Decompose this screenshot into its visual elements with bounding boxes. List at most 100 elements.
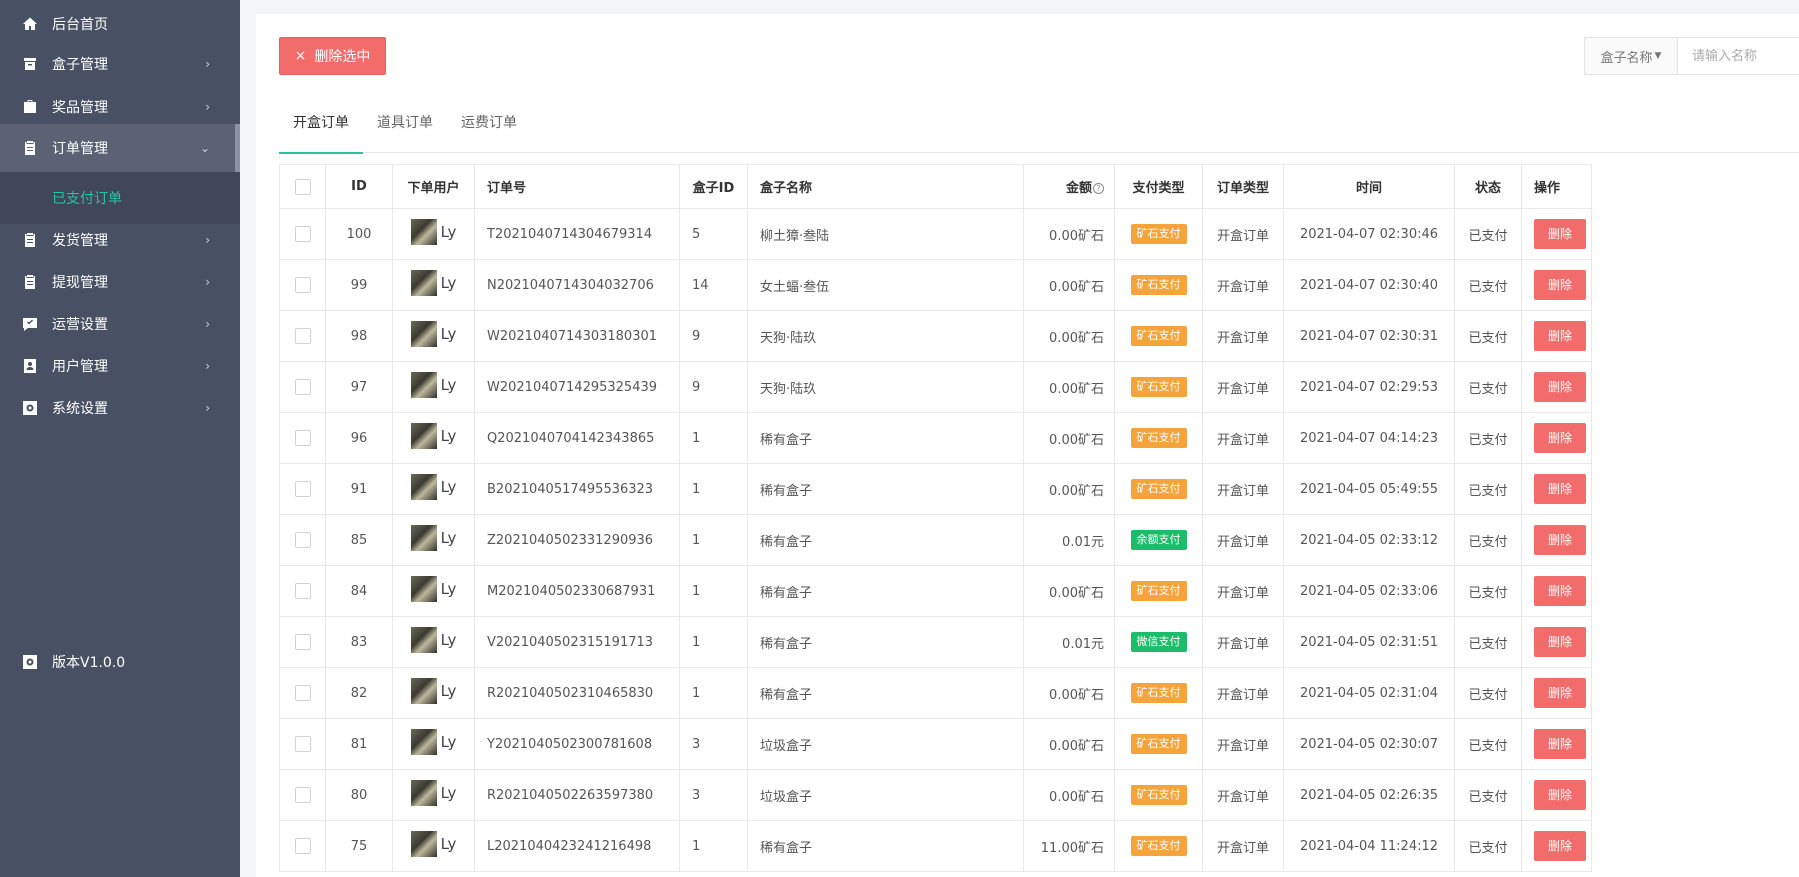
cell-order-type: 开盒订单 [1202, 514, 1284, 566]
sidebar-item-8[interactable]: 系统设置 › [0, 384, 240, 432]
row-checkbox[interactable] [294, 328, 311, 344]
cell-time: 2021-04-05 02:30:07 [1283, 718, 1455, 770]
row-checkbox[interactable] [294, 532, 311, 548]
row-checkbox[interactable] [294, 481, 311, 497]
pay-type-badge: 矿石支付 [1130, 479, 1187, 499]
avatar [410, 678, 437, 704]
row-checkbox[interactable] [294, 430, 311, 446]
search-input[interactable] [1678, 38, 1799, 74]
cell-box-id: 9 [679, 310, 748, 362]
sidebar-item-3[interactable]: 订单管理 ⌄ [0, 124, 240, 172]
cell-pay-type: 矿石支付 [1114, 259, 1203, 311]
cell-id: 80 [325, 769, 393, 821]
chevron-icon: ⌄ [199, 141, 210, 155]
pay-type-badge: 矿石支付 [1130, 683, 1187, 703]
row-checkbox[interactable] [294, 379, 311, 395]
cell-box-name: 稀有盒子 [747, 616, 1024, 668]
sidebar-item-5[interactable]: 提现管理 › [0, 258, 240, 306]
delete-row-button[interactable]: 删除 [1534, 729, 1586, 759]
cell-action: 删除 [1521, 514, 1592, 566]
row-checkbox[interactable] [294, 736, 311, 752]
table-row: 81 Ly Y2021040502300781608 3 垃圾盒子 0.00矿石 矿石支付开… [279, 718, 1592, 770]
cell-box-id: 14 [679, 259, 748, 311]
cell-amount: 0.00矿石 [1023, 718, 1115, 770]
cell-time: 2021-04-07 04:14:23 [1283, 412, 1455, 464]
delete-row-button[interactable]: 删除 [1534, 423, 1586, 453]
cell-order-type: 开盒订单 [1202, 412, 1284, 464]
sidebar-item-7[interactable]: 用户管理 › [0, 342, 240, 390]
user-name: Ly [440, 478, 457, 496]
chevron-icon: › [205, 401, 210, 415]
avatar [410, 576, 437, 602]
delete-row-button[interactable]: 删除 [1534, 321, 1586, 351]
box-icon [22, 56, 38, 72]
delete-row-button[interactable]: 删除 [1534, 627, 1586, 657]
row-select-cell [279, 616, 326, 668]
cell-action: 删除 [1521, 820, 1592, 872]
cell-user: Ly [392, 667, 475, 719]
cell-time: 2021-04-07 02:30:46 [1283, 208, 1455, 260]
cell-id: 96 [325, 412, 393, 464]
delete-row-button[interactable]: 删除 [1534, 780, 1586, 810]
sidebar-item-label: 订单管理 [52, 141, 108, 157]
gear-icon [22, 400, 38, 416]
row-checkbox[interactable] [294, 634, 311, 650]
chevron-icon: › [205, 275, 210, 289]
cell-box-id: 1 [679, 820, 748, 872]
table-row: 98 Ly W2021040714303180301 9 天狗·陆玖 0.00矿石 矿石支付… [279, 310, 1592, 362]
delete-row-button[interactable]: 删除 [1534, 678, 1586, 708]
row-checkbox[interactable] [294, 685, 311, 701]
cell-order-no: L2021040423241216498 [474, 820, 680, 872]
sidebar-item-label: 发货管理 [52, 233, 108, 249]
cell-pay-type: 矿石支付 [1114, 208, 1203, 260]
sidebar-subitem-paid-orders[interactable]: 已支付订单 [0, 172, 240, 224]
caret-down-icon: ▼ [1654, 51, 1662, 61]
cell-status: 已支付 [1454, 310, 1522, 362]
orders-table: ID 下单用户 订单号 盒子ID 盒子名称 金额? 支付类型 订单类型 时间 状态 操作 100 Ly… [279, 164, 1592, 872]
cell-order-type: 开盒订单 [1202, 616, 1284, 668]
cell-order-type: 开盒订单 [1202, 565, 1284, 617]
delete-row-button[interactable]: 删除 [1534, 831, 1586, 861]
sidebar-item-1[interactable]: 盒子管理 › [0, 40, 240, 88]
row-checkbox[interactable] [294, 838, 311, 854]
user-card-icon [22, 358, 38, 374]
user-name: Ly [440, 631, 457, 649]
delete-row-button[interactable]: 删除 [1534, 576, 1586, 606]
delete-selected-button[interactable]: × 删除选中 [279, 37, 386, 75]
row-checkbox[interactable] [294, 787, 311, 803]
row-checkbox[interactable] [294, 277, 311, 293]
column-header: ID [325, 164, 393, 209]
cell-action: 删除 [1521, 310, 1592, 362]
cell-order-no: T2021040714304679314 [474, 208, 680, 260]
cell-amount: 0.01元 [1023, 514, 1115, 566]
select-all-checkbox[interactable] [294, 178, 311, 195]
tab-0[interactable]: 开盒订单 [279, 106, 363, 154]
search-field-select[interactable]: 盒子名称 ▼ [1585, 38, 1678, 74]
delete-row-button[interactable]: 删除 [1534, 525, 1586, 555]
row-checkbox[interactable] [294, 583, 311, 599]
cell-box-name: 垃圾盒子 [747, 769, 1024, 821]
cell-id: 82 [325, 667, 393, 719]
cell-amount: 0.00矿石 [1023, 208, 1115, 260]
delete-row-button[interactable]: 删除 [1534, 270, 1586, 300]
pay-type-badge: 矿石支付 [1130, 377, 1187, 397]
cell-order-no: M2021040502330687931 [474, 565, 680, 617]
row-checkbox[interactable] [294, 226, 311, 242]
user-name: Ly [440, 529, 457, 547]
delete-row-button[interactable]: 删除 [1534, 219, 1586, 249]
sidebar-item-6[interactable]: 运营设置 › [0, 300, 240, 348]
cell-order-type: 开盒订单 [1202, 718, 1284, 770]
tab-2[interactable]: 运费订单 [447, 106, 531, 153]
delete-row-button[interactable]: 删除 [1534, 474, 1586, 504]
cell-amount: 0.00矿石 [1023, 463, 1115, 515]
cell-time: 2021-04-07 02:30:40 [1283, 259, 1455, 311]
pay-type-badge: 余额支付 [1130, 530, 1187, 550]
pay-type-badge: 矿石支付 [1130, 581, 1187, 601]
column-header-label: 支付类型 [1132, 181, 1185, 196]
cell-id: 99 [325, 259, 393, 311]
delete-row-button[interactable]: 删除 [1534, 372, 1586, 402]
column-header: 盒子ID [679, 164, 748, 209]
tab-1[interactable]: 道具订单 [363, 106, 447, 153]
cell-amount: 0.00矿石 [1023, 769, 1115, 821]
row-select-cell [279, 412, 326, 464]
